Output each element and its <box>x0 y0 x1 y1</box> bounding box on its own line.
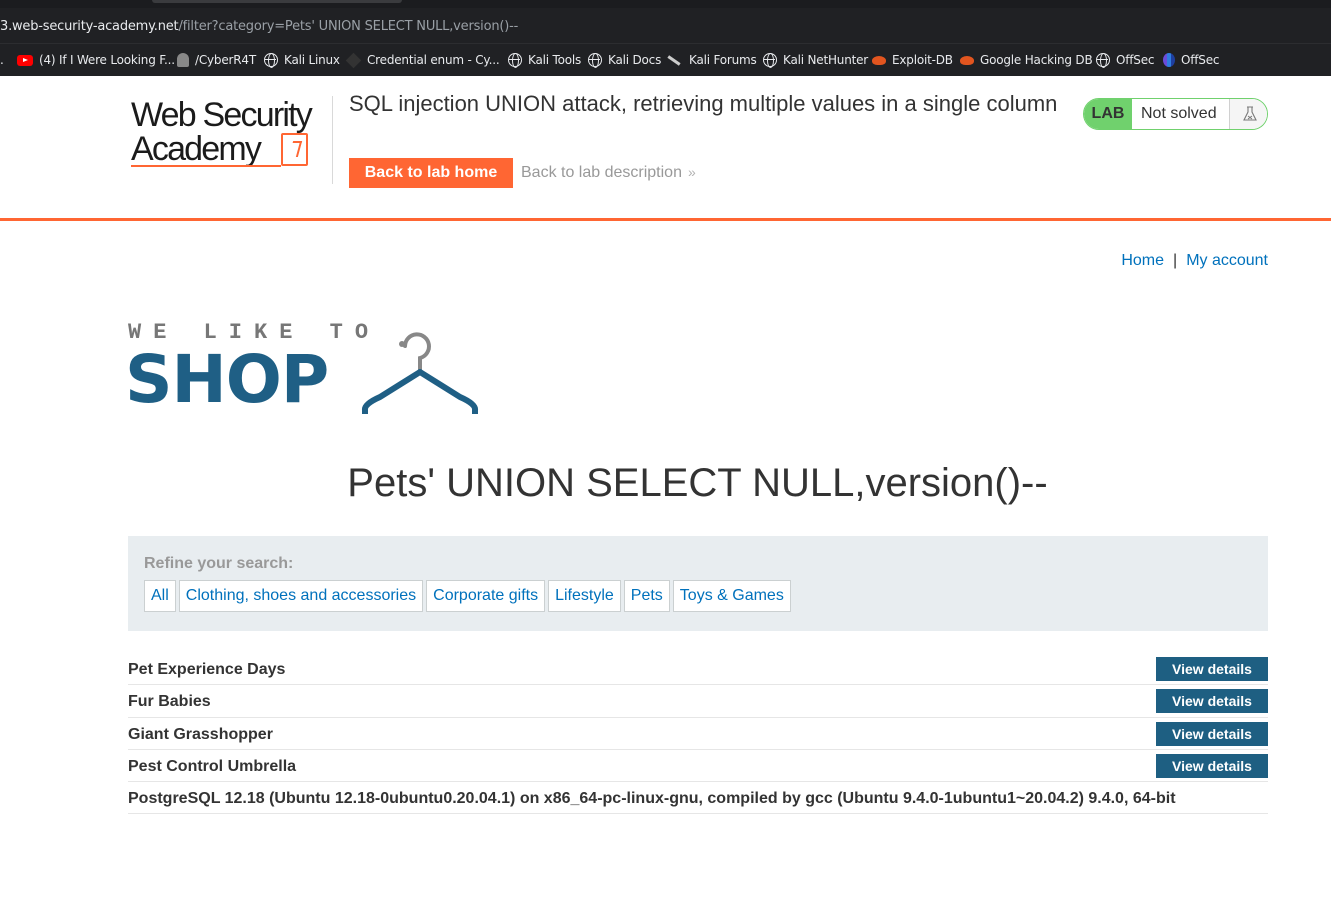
home-link[interactable]: Home <box>1121 252 1164 269</box>
double-chevron-right-icon: » <box>687 164 696 180</box>
bookmark-exploit-db[interactable]: Exploit-DB <box>872 53 953 67</box>
bookmark-google-hacking-db[interactable]: Google Hacking DB <box>960 53 1093 67</box>
lab-status-text: Not solved <box>1141 105 1217 122</box>
globe-icon <box>264 53 278 68</box>
logo-line-2: Academy <box>131 130 262 168</box>
back-to-lab-home-button[interactable]: Back to lab home <box>349 158 513 188</box>
nav-separator: | <box>1173 252 1178 269</box>
bookmarks-bar: . (4) If I Were Looking F... /CyberR4T K… <box>0 44 1331 76</box>
url-path: /filter?category=Pets' UNION SELECT NULL… <box>178 19 519 34</box>
search-heading: Pets' UNION SELECT NULL,version()-- <box>347 461 1048 505</box>
lab-badge: LAB <box>1084 99 1132 129</box>
flask-icon <box>1243 106 1257 121</box>
globe-icon <box>508 53 522 68</box>
exploit-db-icon <box>872 55 886 65</box>
view-details-button[interactable]: View details <box>1156 657 1268 681</box>
hanger-icon <box>361 332 479 414</box>
my-account-link[interactable]: My account <box>1186 252 1268 269</box>
address-bar[interactable]: 3.web-security-academy.net/filter?catego… <box>0 8 1331 44</box>
lab-header: Web Security Academy SQL injection UNION… <box>0 76 1331 221</box>
bookmark-kali-docs[interactable]: Kali Docs <box>588 53 661 68</box>
shop-logo-word: SHOP <box>125 341 329 418</box>
bookmark-kali-nethunter[interactable]: Kali NetHunter <box>763 53 868 68</box>
logo-line-1: Web Security <box>131 96 313 134</box>
product-name: Fur Babies <box>128 693 211 711</box>
table-row: Pest Control Umbrella View details <box>128 750 1268 783</box>
back-to-lab-description-link[interactable]: Back to lab description» <box>521 164 696 182</box>
filter-all[interactable]: All <box>144 580 176 612</box>
globe-icon <box>763 53 777 68</box>
active-tab[interactable] <box>152 0 402 3</box>
logo-mark-icon <box>281 133 308 166</box>
filter-lifestyle[interactable]: Lifestyle <box>548 580 621 612</box>
browser-tab-strip <box>0 0 1331 8</box>
cube-icon <box>345 52 362 68</box>
lab-status-widget: LAB Not solved <box>1083 98 1268 130</box>
youtube-icon <box>17 54 33 66</box>
table-row: PostgreSQL 12.18 (Ubuntu 12.18-0ubuntu0.… <box>128 782 1268 815</box>
shop-logo: WE LIKE TO SHOP <box>125 318 488 418</box>
bookmark-youtube[interactable]: (4) If I Were Looking F... <box>17 53 175 67</box>
header-divider <box>332 96 333 184</box>
view-details-button[interactable]: View details <box>1156 753 1268 778</box>
bookmark-credential-enum[interactable]: Credential enum - Cy... <box>345 52 500 68</box>
globe-icon <box>1096 53 1110 68</box>
flask-icon-container <box>1229 99 1267 129</box>
offsec-icon <box>1163 53 1175 67</box>
lab-title: SQL injection UNION attack, retrieving m… <box>349 91 1058 116</box>
view-details-button[interactable]: View details <box>1156 689 1268 714</box>
bookmark-0[interactable]: . <box>0 53 4 67</box>
globe-icon <box>588 53 602 68</box>
bookmark-offsec-2[interactable]: OffSec <box>1163 53 1219 67</box>
table-row: Fur Babies View details <box>128 685 1268 718</box>
category-filter-list: All Clothing, shoes and accessories Corp… <box>144 580 794 612</box>
filter-pets[interactable]: Pets <box>623 580 670 612</box>
bookmark-cyberr4t[interactable]: /CyberR4T <box>177 53 256 67</box>
bookmark-offsec-1[interactable]: OffSec <box>1096 53 1154 68</box>
exploit-db-icon <box>960 55 974 65</box>
product-name: Pet Experience Days <box>128 661 286 678</box>
bookmark-kali-forums[interactable]: Kali Forums <box>667 53 757 67</box>
table-row: Pet Experience Days View details <box>128 653 1268 686</box>
filter-toys-games[interactable]: Toys & Games <box>672 580 791 612</box>
bookmark-kali-tools[interactable]: Kali Tools <box>508 53 581 68</box>
url-host: 3.web-security-academy.net <box>0 19 179 34</box>
filter-corporate-gifts[interactable]: Corporate gifts <box>426 580 546 612</box>
filter-panel: Refine your search: All Clothing, shoes … <box>128 536 1268 631</box>
url-text[interactable]: 3.web-security-academy.net/filter?catego… <box>0 19 518 34</box>
product-name: Giant Grasshopper <box>128 725 273 743</box>
bookmark-kali-linux[interactable]: Kali Linux <box>264 53 340 68</box>
table-row: Giant Grasshopper View details <box>128 718 1268 750</box>
kali-dragon-icon <box>667 54 681 66</box>
web-security-academy-logo[interactable]: Web Security Academy <box>131 96 331 171</box>
view-details-button[interactable]: View details <box>1156 721 1268 746</box>
product-name: Pest Control Umbrella <box>128 757 297 775</box>
product-table: Pet Experience Days View details Fur Bab… <box>128 653 1268 815</box>
refine-label: Refine your search: <box>144 555 294 572</box>
top-navigation: Home | My account <box>1121 252 1268 270</box>
ghost-icon <box>177 53 189 67</box>
injected-version-string: PostgreSQL 12.18 (Ubuntu 12.18-0ubuntu0.… <box>128 790 1176 808</box>
filter-clothing[interactable]: Clothing, shoes and accessories <box>178 580 424 612</box>
logo-underline <box>131 165 281 167</box>
